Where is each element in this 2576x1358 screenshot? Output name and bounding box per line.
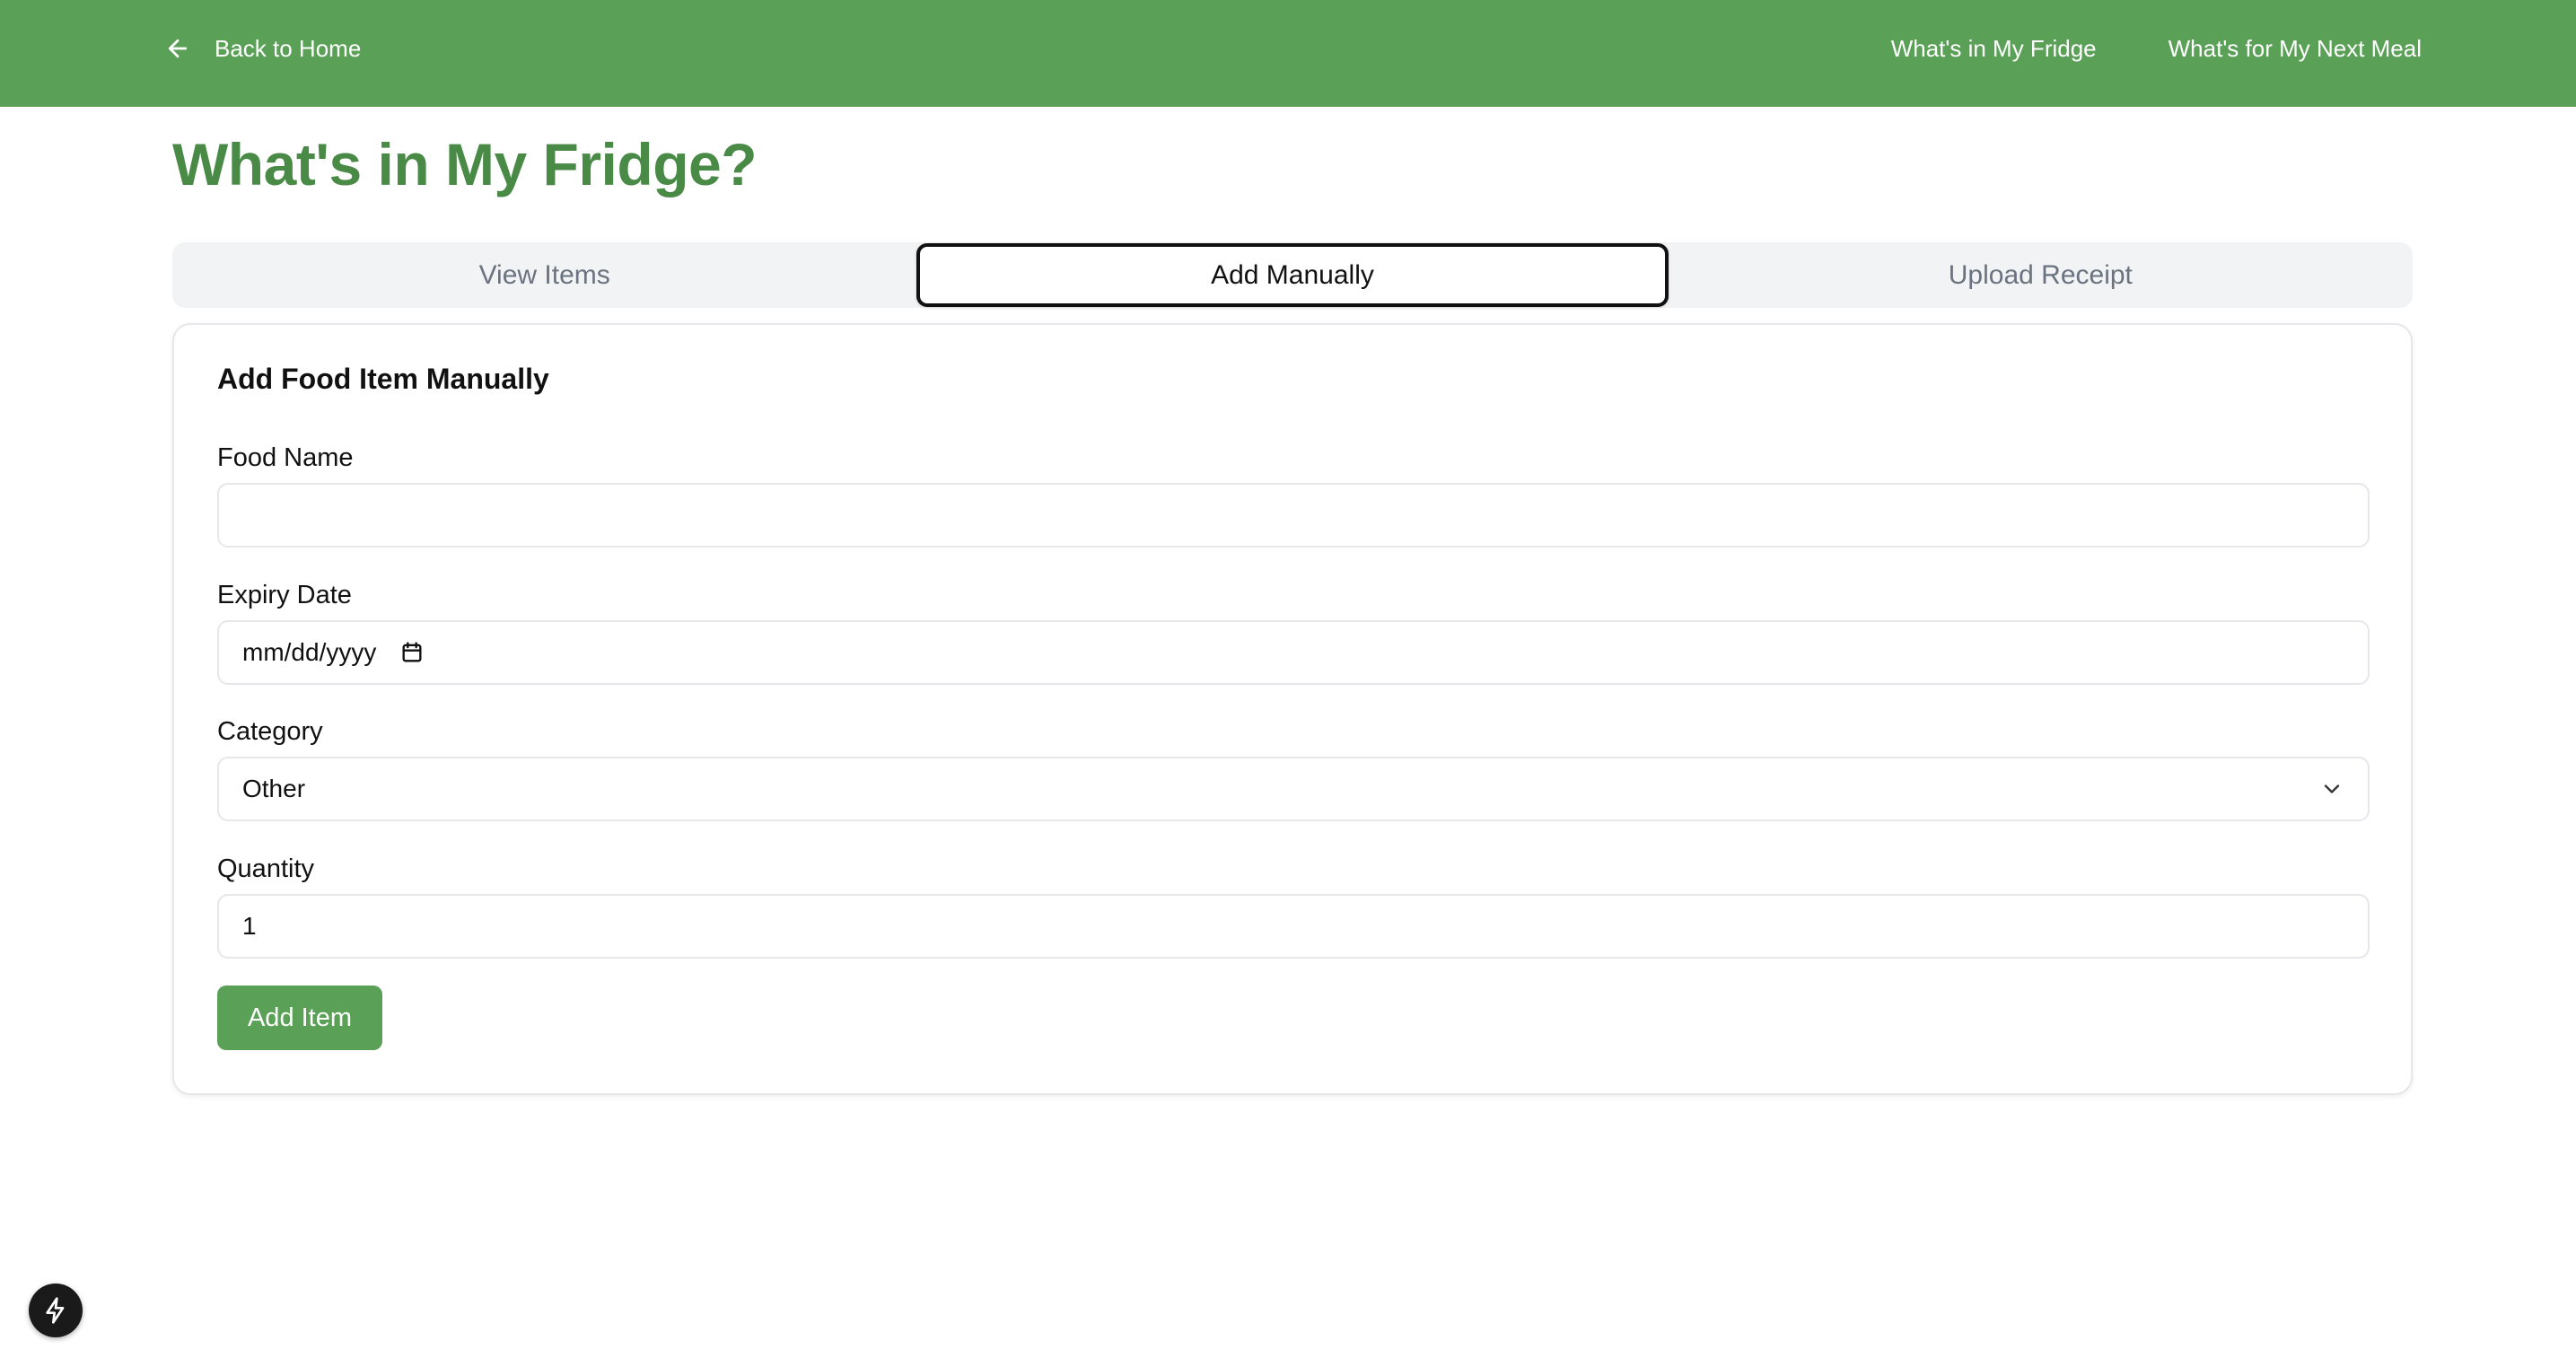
expiry-date-label: Expiry Date <box>217 581 352 609</box>
add-item-button[interactable]: Add Item <box>217 986 382 1050</box>
category-selected-value: Other <box>242 775 306 802</box>
nav-link-whats-in-my-fridge[interactable]: What's in My Fridge <box>1891 35 2097 63</box>
expiry-date-placeholder: mm/dd/yyyy <box>242 638 377 666</box>
card-title: Add Food Item Manually <box>217 363 549 395</box>
quantity-label: Quantity <box>217 854 314 883</box>
dev-tools-badge[interactable] <box>29 1284 83 1337</box>
food-name-label: Food Name <box>217 443 354 472</box>
arrow-left-icon <box>168 39 188 58</box>
food-name-input[interactable] <box>217 483 2370 548</box>
back-to-home-link[interactable]: Back to Home <box>164 29 361 68</box>
top-nav-bar: Back to Home What's in My Fridge What's … <box>0 0 2576 107</box>
nav-link-whats-for-my-next-meal[interactable]: What's for My Next Meal <box>2169 35 2422 63</box>
tab-add-manually[interactable]: Add Manually <box>916 243 1669 307</box>
calendar-icon[interactable] <box>399 640 425 665</box>
page-title: What's in My Fridge? <box>172 131 758 197</box>
tab-bar: View Items Add Manually Upload Receipt <box>172 242 2413 308</box>
expiry-date-input[interactable]: mm/dd/yyyy <box>217 620 2370 685</box>
category-label: Category <box>217 717 323 746</box>
category-select[interactable]: Other <box>217 757 2370 821</box>
lightning-bolt-icon <box>46 1297 65 1324</box>
nav-links: What's in My Fridge What's for My Next M… <box>1891 29 2422 68</box>
back-to-home-label: Back to Home <box>215 34 362 62</box>
tab-upload-receipt[interactable]: Upload Receipt <box>1669 242 2413 308</box>
tab-view-items[interactable]: View Items <box>172 242 916 308</box>
chevron-down-icon <box>2324 784 2340 793</box>
quantity-value: 1 <box>242 912 257 940</box>
add-item-card: Add Food Item Manually Food Name Expiry … <box>172 323 2413 1095</box>
quantity-input[interactable]: 1 <box>217 894 2370 959</box>
